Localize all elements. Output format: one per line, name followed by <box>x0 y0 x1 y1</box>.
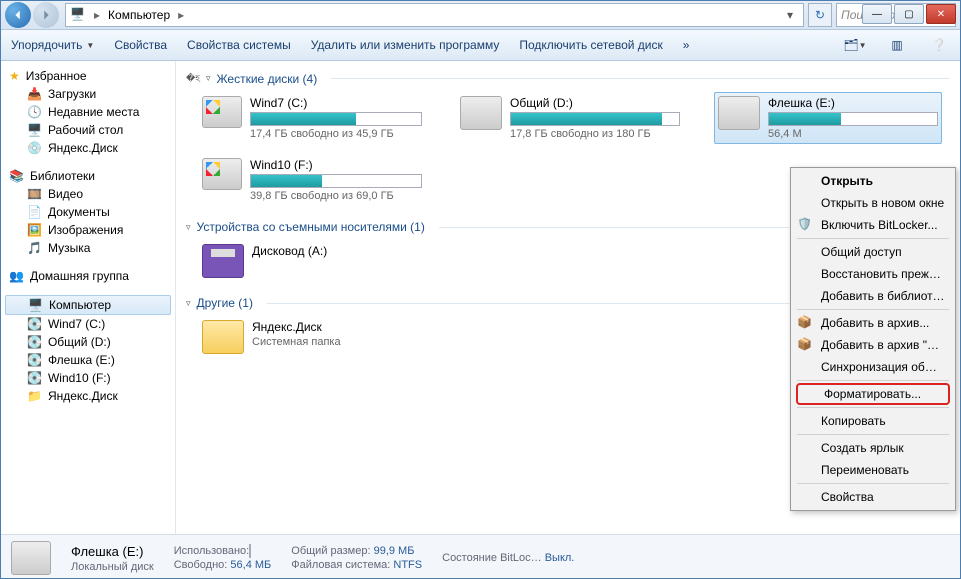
usage-bar <box>250 174 422 188</box>
menu-item-add-to-library[interactable]: Добавить в библиотеку <box>793 285 953 307</box>
uninstall-program-button[interactable]: Удалить или изменить программу <box>311 38 500 52</box>
sidebar-favorites-header[interactable]: ★Избранное <box>1 67 175 85</box>
sidebar-item-videos[interactable]: 🎞️Видео <box>1 185 175 203</box>
sidebar-item-downloads[interactable]: 📥Загрузки <box>1 85 175 103</box>
sidebar-item-drive-d[interactable]: 💽Общий (D:) <box>1 333 175 351</box>
breadcrumb[interactable]: Компьютер <box>108 8 170 22</box>
toolbar-overflow[interactable]: » <box>683 38 690 52</box>
usage-bar <box>510 112 680 126</box>
command-bar: Упорядочить ▼ Свойства Свойства системы … <box>1 30 960 61</box>
sidebar-item-desktop[interactable]: 🖥️Рабочий стол <box>1 121 175 139</box>
menu-item-share[interactable]: Общий доступ <box>793 241 953 263</box>
context-menu: Открыть Открыть в новом окне 🛡️Включить … <box>790 167 956 511</box>
section-hard-drives[interactable]: �হ▿ Жесткие диски (4) <box>186 71 950 86</box>
usage-bar <box>250 112 422 126</box>
archive-icon: 📦 <box>797 337 813 353</box>
close-button[interactable]: ✕ <box>926 4 956 24</box>
sidebar-item-pictures[interactable]: 🖼️Изображения <box>1 221 175 239</box>
sidebar-item-music[interactable]: 🎵Музыка <box>1 239 175 257</box>
refresh-button[interactable]: ↻ <box>808 3 832 27</box>
details-pane: Флешка (E:) Локальный диск Использовано:… <box>1 534 960 579</box>
menu-item-restore-previous[interactable]: Восстановить прежнюю <box>793 263 953 285</box>
drive-c[interactable]: Wind7 (C:) 17,4 ГБ свободно из 45,9 ГБ <box>198 92 426 144</box>
folder-icon <box>202 320 244 354</box>
view-options-button[interactable]: 🗂 ▼ <box>844 34 866 56</box>
organize-button[interactable]: Упорядочить ▼ <box>11 38 94 52</box>
help-button[interactable]: ❔ <box>928 34 950 56</box>
sidebar-item-recent[interactable]: 🕓Недавние места <box>1 103 175 121</box>
sidebar-item-yandex-disk[interactable]: 💿Яндекс.Диск <box>1 139 175 157</box>
drive-floppy[interactable]: Дисковод (A:) <box>198 240 426 282</box>
folder-yandex-disk[interactable]: Яндекс.Диск Системная папка <box>198 316 426 358</box>
drive-icon <box>202 96 242 128</box>
status-type: Локальный диск <box>71 561 154 573</box>
map-drive-button[interactable]: Подключить сетевой диск <box>519 38 662 52</box>
sidebar-item-drive-c[interactable]: 💽Wind7 (C:) <box>1 315 175 333</box>
menu-item-add-to-named-archive[interactable]: 📦Добавить в архив "Archiv <box>793 334 953 356</box>
window-controls: — ▢ ✕ <box>862 4 956 24</box>
menu-item-bitlocker[interactable]: 🛡️Включить BitLocker... <box>793 214 953 236</box>
sidebar-homegroup-header[interactable]: 👥Домашняя группа <box>1 267 175 285</box>
address-dropdown[interactable]: ▾ <box>781 8 799 22</box>
status-name: Флешка (E:) <box>71 544 154 559</box>
sidebar-item-yandex-folder[interactable]: 📁Яндекс.Диск <box>1 387 175 405</box>
address-bar[interactable]: 🖥️ ▸ Компьютер ▸ ▾ <box>65 3 804 27</box>
maximize-button[interactable]: ▢ <box>894 4 924 24</box>
preview-pane-button[interactable]: ▥ <box>886 34 908 56</box>
drive-icon <box>11 541 51 575</box>
menu-item-rename[interactable]: Переименовать <box>793 459 953 481</box>
drive-e[interactable]: Флешка (E:) 56,4 М <box>714 92 942 144</box>
drive-d[interactable]: Общий (D:) 17,8 ГБ свободно из 180 ГБ <box>456 92 684 144</box>
minimize-button[interactable]: — <box>862 4 892 24</box>
archive-icon: 📦 <box>797 315 813 331</box>
shield-icon: 🛡️ <box>797 217 813 233</box>
titlebar: 🖥️ ▸ Компьютер ▸ ▾ ↻ Поиск: Ком… <box>1 1 960 30</box>
status-usage-bar <box>249 544 251 558</box>
menu-item-sync-shared[interactable]: Синхронизация общих п <box>793 356 953 378</box>
nav-back-button[interactable] <box>5 2 31 28</box>
computer-icon: 🖥️ <box>70 7 86 23</box>
menu-item-add-to-archive[interactable]: 📦Добавить в архив... <box>793 312 953 334</box>
menu-item-format[interactable]: Форматировать... <box>796 383 950 405</box>
menu-item-open[interactable]: Открыть <box>793 170 953 192</box>
sidebar-item-computer[interactable]: 🖥️Компьютер <box>5 295 171 315</box>
sidebar-item-drive-e[interactable]: 💽Флешка (E:) <box>1 351 175 369</box>
drive-icon <box>718 96 760 130</box>
navigation-pane: ★Избранное 📥Загрузки 🕓Недавние места 🖥️Р… <box>1 61 176 534</box>
drive-icon <box>202 158 242 190</box>
sidebar-libraries-header[interactable]: 📚Библиотеки <box>1 167 175 185</box>
system-properties-button[interactable]: Свойства системы <box>187 38 291 52</box>
explorer-window: — ▢ ✕ 🖥️ ▸ Компьютер ▸ ▾ ↻ Поиск: Ком… У… <box>0 0 961 579</box>
usage-bar <box>768 112 938 126</box>
floppy-icon <box>202 244 244 278</box>
menu-item-open-new-window[interactable]: Открыть в новом окне <box>793 192 953 214</box>
menu-item-copy[interactable]: Копировать <box>793 410 953 432</box>
nav-forward-button[interactable] <box>33 2 59 28</box>
properties-button[interactable]: Свойства <box>114 38 167 52</box>
drive-f[interactable]: Wind10 (F:) 39,8 ГБ свободно из 69,0 ГБ <box>198 154 426 206</box>
sidebar-item-drive-f[interactable]: 💽Wind10 (F:) <box>1 369 175 387</box>
sidebar-item-documents[interactable]: 📄Документы <box>1 203 175 221</box>
menu-item-properties[interactable]: Свойства <box>793 486 953 508</box>
menu-item-create-shortcut[interactable]: Создать ярлык <box>793 437 953 459</box>
drive-icon <box>460 96 502 130</box>
